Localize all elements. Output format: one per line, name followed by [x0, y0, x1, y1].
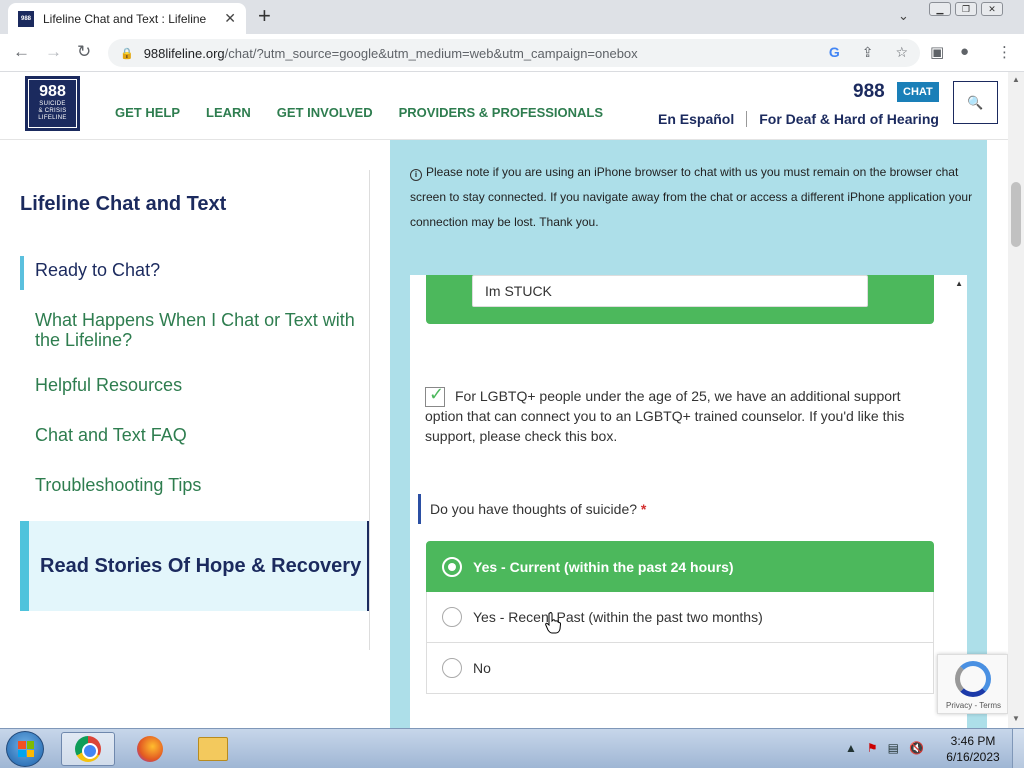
answer-options: Yes - Current (within the past 24 hours)…: [426, 541, 934, 694]
sidebar-icon[interactable]: ▣: [930, 43, 944, 61]
option-label: No: [473, 660, 491, 676]
tab-search-icon[interactable]: ⌄: [898, 8, 909, 24]
recaptcha-badge[interactable]: Privacy - Terms: [937, 654, 1008, 714]
active-indicator: [20, 256, 24, 290]
sidebar-item-chat-text-faq[interactable]: Chat and Text FAQ: [35, 425, 355, 445]
google-icon[interactable]: G: [829, 44, 840, 61]
sidebar-item-helpful-resources[interactable]: Helpful Resources: [35, 375, 355, 395]
scroll-up-icon[interactable]: ▲: [955, 279, 963, 288]
browser-toolbar: ← → ↻ 🔒 988lifeline.org/chat/?utm_source…: [0, 34, 1024, 72]
window-controls: ▁ ❐ ✕: [925, 2, 1003, 16]
option-yes-recent-past[interactable]: Yes - Recent Past (within the past two m…: [426, 592, 934, 643]
tab-title: Lifeline Chat and Text : Lifeline: [43, 11, 207, 26]
main-nav: GET HELP LEARN GET INVOLVED PROVIDERS & …: [115, 105, 629, 120]
nav-providers-professionals[interactable]: PROVIDERS & PROFESSIONALS: [399, 105, 603, 120]
option-label: Yes - Current (within the past 24 hours): [473, 558, 734, 575]
chat-panel: i Please note if you are using an iPhone …: [390, 140, 987, 728]
sidebar-item-what-happens[interactable]: What Happens When I Chat or Text with th…: [35, 310, 355, 350]
url-text: 988lifeline.org/chat/?utm_source=google&…: [143, 45, 638, 61]
search-icon: 🔍: [967, 94, 984, 110]
stories-of-hope-link[interactable]: Read Stories Of Hope & Recovery: [20, 521, 369, 611]
iphone-notice: i Please note if you are using an iPhone …: [410, 160, 975, 235]
browser-tab-strip: 988 Lifeline Chat and Text : Lifeline ✕ …: [0, 0, 1024, 34]
sidebar-divider: [369, 170, 370, 650]
scroll-up-arrow-icon[interactable]: ▲: [1012, 75, 1020, 84]
clock-date: 6/16/2023: [946, 750, 1000, 764]
radio-icon: [442, 607, 462, 627]
system-tray: ▲ ⚑ ▤ 🔇: [845, 741, 924, 755]
scrollbar-thumb[interactable]: [1011, 182, 1021, 247]
chrome-icon: [75, 736, 101, 762]
nav-learn[interactable]: LEARN: [206, 105, 251, 120]
taskbar-file-explorer[interactable]: [186, 732, 240, 766]
clock-time: 3:46 PM: [950, 734, 996, 748]
profile-icon[interactable]: ●: [960, 43, 969, 60]
site-favicon-icon: 988: [18, 10, 34, 27]
brand-number[interactable]: 988: [853, 81, 885, 103]
sidebar-item-ready-to-chat[interactable]: Ready to Chat?: [35, 260, 355, 280]
question-label: Do you have thoughts of suicide?: [430, 501, 638, 517]
taskbar-clock[interactable]: 3:46 PM 6/16/2023: [945, 733, 1001, 765]
taskbar-firefox[interactable]: [123, 732, 177, 766]
file-explorer-icon: [198, 737, 228, 761]
star-icon[interactable]: ☆: [895, 44, 908, 61]
show-desktop-button[interactable]: [1012, 729, 1024, 768]
tab-close-icon[interactable]: ✕: [224, 10, 236, 27]
hand-cursor-icon: [545, 612, 561, 634]
firefox-icon: [137, 736, 163, 762]
input-section: [426, 275, 934, 324]
page-scrollbar[interactable]: ▲ ▼: [1008, 72, 1024, 728]
radio-icon: [442, 658, 462, 678]
deaf-hard-of-hearing-link[interactable]: For Deaf & Hard of Hearing: [759, 111, 939, 127]
back-arrow-icon[interactable]: ←: [13, 42, 30, 62]
lock-icon[interactable]: 🔒: [120, 47, 134, 60]
nav-get-help[interactable]: GET HELP: [115, 105, 180, 120]
taskbar-chrome[interactable]: [61, 732, 115, 766]
windows-logo-icon: [18, 741, 34, 757]
info-icon: i: [410, 169, 422, 181]
option-label: Yes - Recent Past (within the past two m…: [473, 609, 763, 625]
lgbtq-option-text: For LGBTQ+ people under the age of 25, w…: [425, 388, 905, 444]
tray-expand-icon[interactable]: ▲: [845, 741, 857, 755]
message-input[interactable]: [472, 275, 868, 307]
menu-icon[interactable]: ⋮: [997, 43, 1012, 61]
windows-taskbar: ▲ ⚑ ▤ 🔇 3:46 PM 6/16/2023: [0, 728, 1024, 768]
site-search-button[interactable]: 🔍: [953, 81, 998, 124]
start-button[interactable]: [6, 731, 44, 767]
scroll-down-arrow-icon[interactable]: ▼: [1012, 714, 1020, 723]
action-center-icon[interactable]: ⚑: [867, 741, 878, 755]
header-links: En Español For Deaf & Hard of Hearing: [658, 111, 939, 127]
sidebar-title: Lifeline Chat and Text: [20, 193, 227, 215]
reload-icon[interactable]: ↻: [77, 42, 91, 62]
recaptcha-links[interactable]: Privacy - Terms: [938, 701, 1009, 710]
nav-get-involved[interactable]: GET INVOLVED: [277, 105, 373, 120]
option-no[interactable]: No: [426, 643, 934, 694]
sidebar-item-troubleshooting[interactable]: Troubleshooting Tips: [35, 475, 355, 495]
notice-text: Please note if you are using an iPhone b…: [410, 165, 973, 229]
browser-tab[interactable]: 988 Lifeline Chat and Text : Lifeline ✕: [8, 3, 246, 34]
header-divider: [746, 111, 748, 127]
required-mark: *: [640, 501, 647, 517]
chat-badge[interactable]: CHAT: [897, 82, 939, 102]
volume-muted-icon[interactable]: 🔇: [909, 741, 924, 755]
espanol-link[interactable]: En Español: [658, 111, 734, 127]
radio-selected-icon: [442, 556, 462, 577]
988-lifeline-logo[interactable]: 988 SUICIDE & CRISIS LIFELINE: [25, 76, 80, 131]
suicide-question: Do you have thoughts of suicide? *: [418, 494, 646, 524]
forward-arrow-icon[interactable]: →: [45, 42, 62, 62]
minimize-icon[interactable]: ▁: [929, 2, 951, 16]
site-header: 988 SUICIDE & CRISIS LIFELINE GET HELP L…: [0, 72, 1008, 140]
chat-form: ▲ ✓ For LGBTQ+ people under the age of 2…: [410, 275, 967, 728]
option-yes-current[interactable]: Yes - Current (within the past 24 hours): [426, 541, 934, 592]
stories-label: Read Stories Of Hope & Recovery: [40, 554, 362, 577]
restore-icon[interactable]: ❐: [955, 2, 977, 16]
new-tab-icon[interactable]: +: [258, 5, 271, 27]
share-icon[interactable]: ⇪: [862, 44, 874, 61]
address-bar[interactable]: 🔒 988lifeline.org/chat/?utm_source=googl…: [108, 39, 920, 67]
recaptcha-icon: [955, 661, 991, 697]
close-window-icon[interactable]: ✕: [981, 2, 1003, 16]
network-icon[interactable]: ▤: [888, 741, 899, 755]
